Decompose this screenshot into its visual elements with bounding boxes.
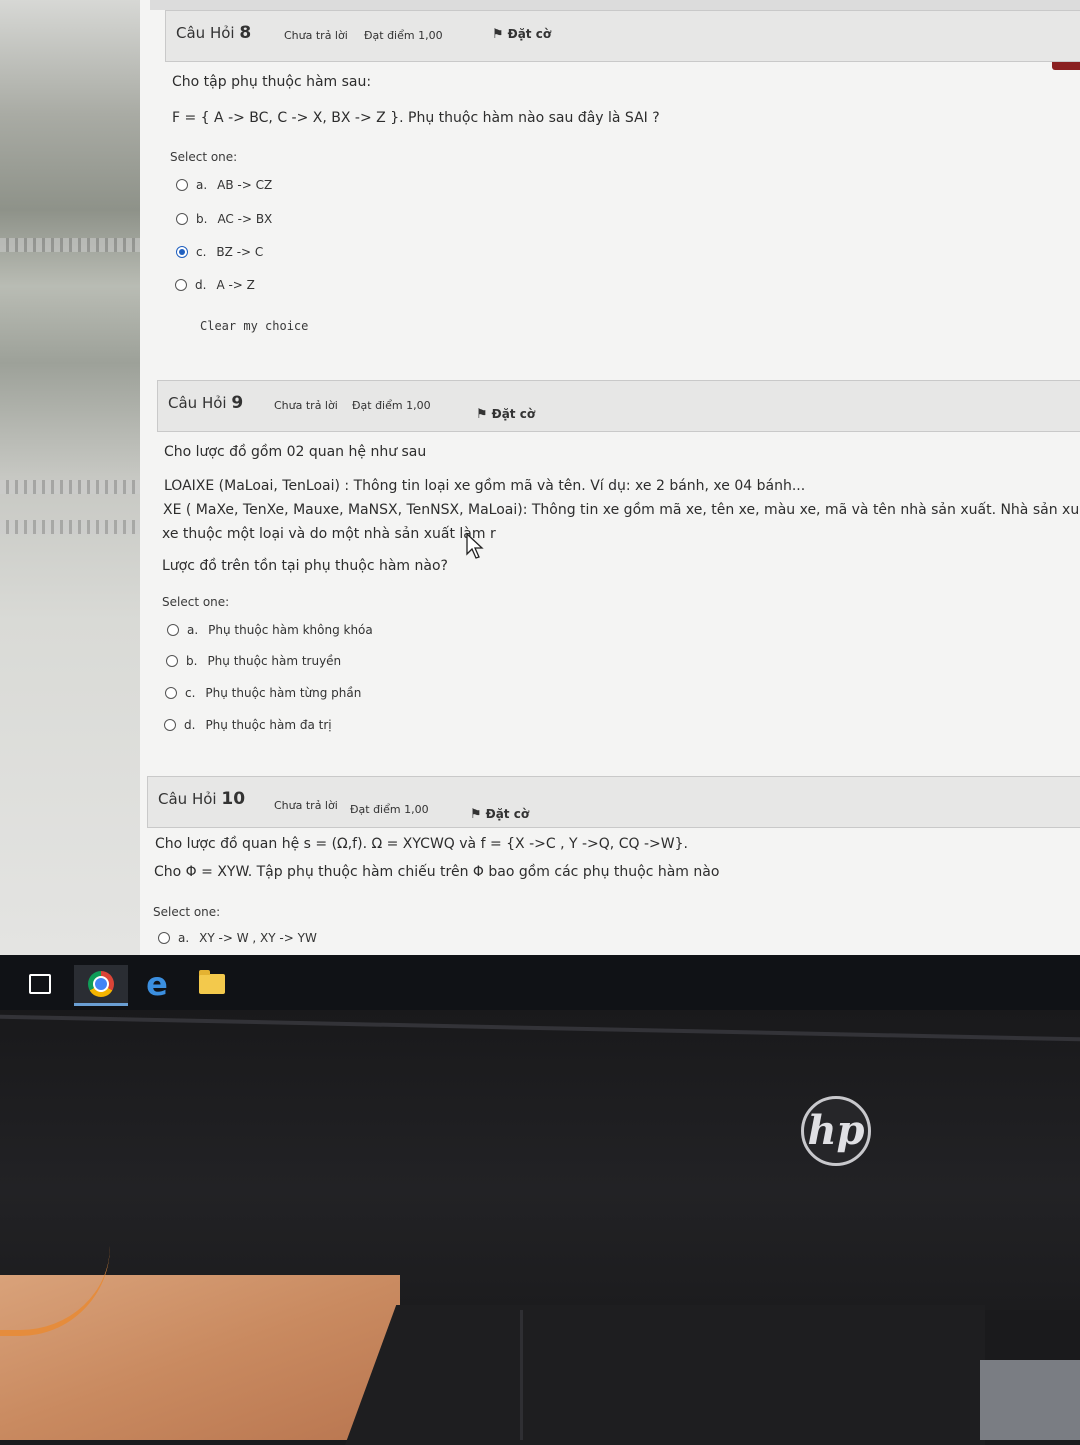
flag-icon: ⚑	[476, 407, 488, 422]
monitor-stand	[345, 1305, 985, 1445]
flag-question-button[interactable]: ⚑ Đặt cờ	[476, 407, 535, 422]
background-wall	[980, 1360, 1080, 1440]
select-one-label: Select one:	[162, 595, 230, 609]
question-9-header: Câu Hỏi 9 Chưa trả lời Đạt điểm 1,00 ⚑ Đặ…	[157, 380, 1080, 432]
monitor-bezel	[0, 1010, 1080, 1310]
top-bar	[150, 0, 1080, 10]
radio-button[interactable]	[176, 178, 188, 191]
question-grade: Đạt điểm 1,00	[350, 803, 429, 816]
question-number: Câu Hỏi 10	[158, 789, 246, 809]
flag-question-button[interactable]: ⚑ Đặt cờ	[492, 27, 551, 42]
flag-question-button[interactable]: ⚑ Đặt cờ	[470, 807, 529, 822]
question-state: Chưa trả lời	[284, 29, 348, 42]
question-8-header: Câu Hỏi 8 Chưa trả lời Đạt điểm 1,00 ⚑ Đặ…	[165, 10, 1080, 62]
clear-my-choice-link[interactable]: Clear my choice	[200, 319, 308, 333]
answer-option-c[interactable]: c. Phụ thuộc hàm từng phần	[165, 686, 361, 700]
task-view-icon	[29, 974, 51, 994]
answer-option-d[interactable]: d. A -> Z	[175, 278, 255, 292]
question-state: Chưa trả lời	[274, 799, 338, 812]
question-grade: Đạt điểm 1,00	[352, 399, 431, 412]
select-one-label: Select one:	[170, 150, 238, 164]
question-9-text-3: XE ( MaXe, TenXe, Mauxe, MaNSX, TenNSX, …	[163, 502, 1080, 518]
task-view-button[interactable]	[18, 965, 62, 1003]
radio-button-selected[interactable]	[176, 245, 188, 258]
file-explorer-taskbar-button[interactable]	[190, 965, 234, 1003]
answer-option-b[interactable]: b. AC -> BX	[176, 212, 272, 226]
answer-option-a[interactable]: a. XY -> W , XY -> YW	[158, 931, 317, 945]
radio-button[interactable]	[167, 623, 179, 636]
file-explorer-icon	[199, 970, 225, 994]
chrome-icon	[88, 971, 114, 997]
question-8-text-2: F = { A -> BC, C -> X, BX -> Z }. Phụ th…	[172, 110, 660, 126]
question-number: Câu Hỏi 8	[176, 23, 252, 43]
answer-option-c[interactable]: c. BZ -> C	[176, 245, 263, 259]
radio-button[interactable]	[176, 212, 188, 225]
question-9-text-5: Lược đồ trên tồn tại phụ thuộc hàm nào?	[162, 558, 448, 574]
radio-button[interactable]	[165, 686, 177, 699]
answer-option-a[interactable]: a. AB -> CZ	[176, 178, 272, 192]
edge-taskbar-button[interactable]: e	[135, 965, 179, 1003]
question-9-text-2: LOAIXE (MaLoai, TenLoai) : Thông tin loạ…	[164, 478, 806, 494]
background-photo	[0, 0, 160, 955]
select-one-label: Select one:	[153, 905, 221, 919]
chrome-taskbar-button[interactable]	[74, 965, 128, 1006]
flag-icon: ⚑	[492, 27, 504, 42]
answer-option-a[interactable]: a. Phụ thuộc hàm không khóa	[167, 623, 373, 637]
flag-icon: ⚑	[470, 807, 482, 822]
question-grade: Đạt điểm 1,00	[364, 29, 443, 42]
question-state: Chưa trả lời	[274, 399, 338, 412]
radio-button[interactable]	[158, 931, 170, 944]
question-10-header: Câu Hỏi 10 Chưa trả lời Đạt điểm 1,00 ⚑ Đ…	[147, 776, 1080, 828]
question-9-text-4: xe thuộc một loại và do một nhà sản xuất…	[162, 526, 496, 542]
edge-icon: e	[146, 965, 168, 1003]
radio-button[interactable]	[166, 654, 178, 667]
answer-option-b[interactable]: b. Phụ thuộc hàm truyền	[166, 654, 341, 668]
radio-button[interactable]	[175, 278, 187, 291]
hp-logo-icon: hp	[801, 1096, 871, 1166]
question-10-text-2: Cho Φ = XYW. Tập phụ thuộc hàm chiếu trê…	[154, 864, 720, 880]
monitor-stand-highlight	[520, 1310, 523, 1440]
question-9-text: Cho lược đồ gồm 02 quan hệ như sau	[164, 444, 427, 460]
radio-button[interactable]	[164, 718, 176, 731]
question-10-text: Cho lược đồ quan hệ s = (Ω,f). Ω = XYCWQ…	[155, 836, 688, 852]
question-8-text: Cho tập phụ thuộc hàm sau:	[172, 74, 372, 90]
monitor-screen: i Câu Hỏi 8 Chưa trả lời Đạt điểm 1,00 ⚑…	[0, 0, 1080, 1010]
answer-option-d[interactable]: d. Phụ thuộc hàm đa trị	[164, 718, 332, 732]
mouse-cursor-icon	[466, 532, 484, 559]
question-number: Câu Hỏi 9	[168, 393, 244, 413]
taskbar: e	[0, 955, 1080, 1015]
